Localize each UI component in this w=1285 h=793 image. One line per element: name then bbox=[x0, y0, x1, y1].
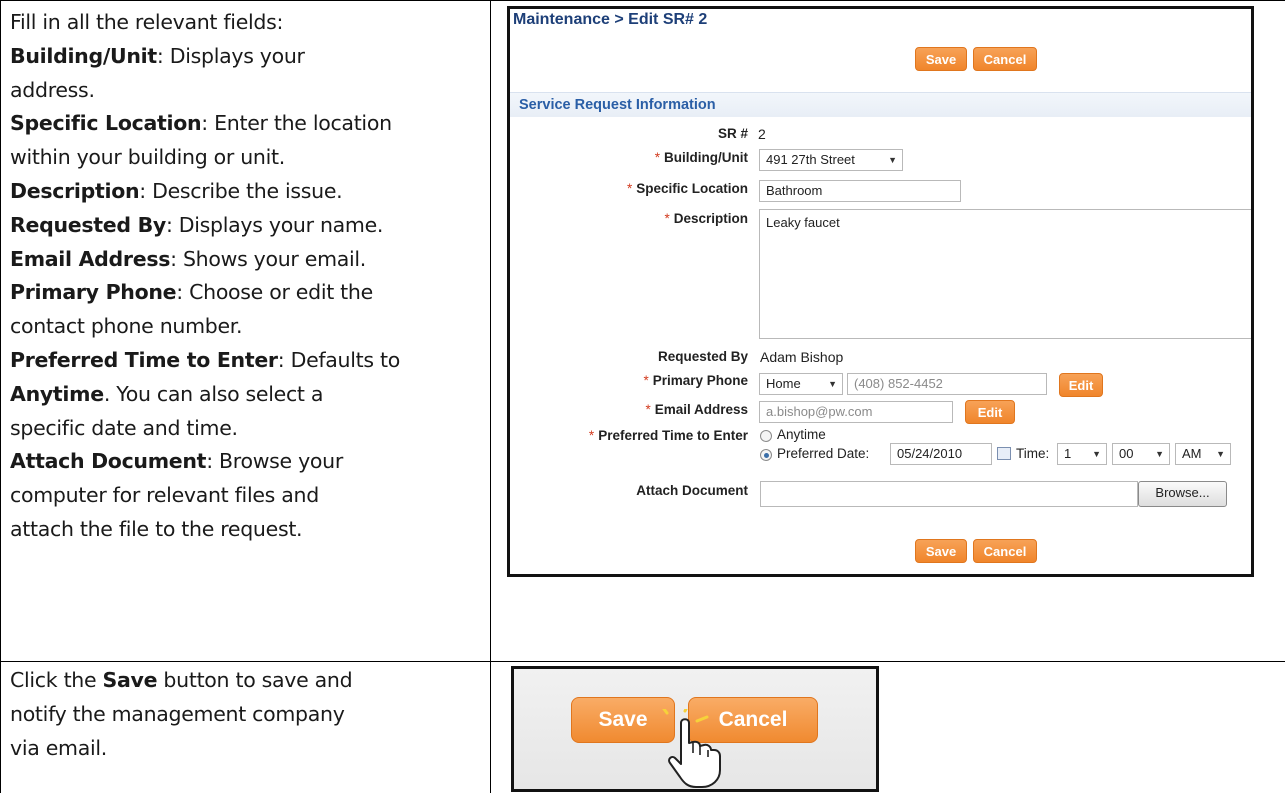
time-label: Time: bbox=[1016, 446, 1050, 461]
email-input[interactable]: a.bishop@pw.com bbox=[759, 401, 953, 423]
sr-number-label: SR # bbox=[717, 126, 748, 141]
hour-value: 1 bbox=[1064, 446, 1072, 461]
phone-label: * Primary Phone bbox=[643, 373, 748, 388]
table-border-left bbox=[0, 0, 1, 793]
building-select-value: 491 27th Street bbox=[766, 152, 855, 167]
table-row-divider bbox=[0, 661, 1285, 662]
attach-file-input[interactable] bbox=[760, 481, 1138, 507]
section-title: Service Request Information bbox=[519, 97, 716, 113]
save-instruction-line2: notify the management company bbox=[10, 701, 345, 726]
instruction-location-cont: within your building or unit. bbox=[10, 145, 285, 170]
instruction-building-cont: address. bbox=[10, 77, 95, 102]
building-select[interactable]: 491 27th Street ▼ bbox=[759, 149, 903, 171]
chevron-down-icon: ▼ bbox=[828, 379, 837, 389]
save-button-top[interactable]: Save bbox=[915, 47, 967, 71]
chevron-down-icon: ▼ bbox=[1155, 449, 1164, 459]
preferred-date-radio-label: Preferred Date: bbox=[777, 446, 870, 461]
instruction-description: Description: Describe the issue. bbox=[10, 178, 343, 203]
page-title: Maintenance > Edit SR# 2 bbox=[513, 11, 708, 28]
phone-input[interactable]: (408) 852-4452 bbox=[847, 373, 1047, 395]
requested-by-value: Adam Bishop bbox=[760, 349, 844, 365]
instruction-building: Building/Unit: Displays your bbox=[10, 43, 305, 68]
table-border-top bbox=[0, 0, 1285, 1]
phone-type-select[interactable]: Home ▼ bbox=[759, 373, 843, 395]
instruction-email: Email Address: Shows your email. bbox=[10, 246, 367, 271]
requested-by-label: Requested By bbox=[657, 349, 748, 364]
anytime-radio-label: Anytime bbox=[777, 427, 826, 442]
instruction-attach-cont2: attach the file to the request. bbox=[10, 516, 303, 541]
preferred-date-radio[interactable] bbox=[760, 449, 772, 461]
instruction-anytime: Anytime. You can also select a bbox=[10, 381, 324, 406]
instruction-phone-cont: contact phone number. bbox=[10, 314, 243, 339]
browse-button[interactable]: Browse... bbox=[1138, 481, 1227, 507]
chevron-down-icon: ▼ bbox=[1216, 449, 1225, 459]
preferred-time-label: * Preferred Time to Enter bbox=[588, 428, 748, 443]
minute-select[interactable]: 00 ▼ bbox=[1112, 443, 1170, 465]
description-textarea[interactable]: Leaky faucet bbox=[759, 209, 1251, 339]
cancel-button-bottom[interactable]: Cancel bbox=[973, 539, 1037, 563]
description-label: * Description bbox=[664, 211, 748, 226]
edit-phone-button[interactable]: Edit bbox=[1059, 373, 1103, 397]
pointer-hand-icon bbox=[662, 709, 721, 788]
location-label: * Specific Location bbox=[626, 181, 748, 196]
chevron-down-icon: ▼ bbox=[1092, 449, 1101, 459]
save-click-screenshot: Save Cancel bbox=[511, 666, 879, 792]
instructions-intro: Fill in all the relevant fields: bbox=[10, 10, 284, 34]
location-input[interactable]: Bathroom bbox=[759, 180, 961, 202]
save-button-bottom[interactable]: Save bbox=[915, 539, 967, 563]
anytime-radio[interactable] bbox=[760, 430, 772, 442]
hour-select[interactable]: 1 ▼ bbox=[1057, 443, 1107, 465]
chevron-down-icon: ▼ bbox=[888, 155, 897, 165]
instruction-location: Specific Location: Enter the location bbox=[10, 111, 392, 136]
instruction-attach-cont: computer for relevant files and bbox=[10, 483, 319, 508]
cancel-button-top[interactable]: Cancel bbox=[973, 47, 1037, 71]
instruction-time: Preferred Time to Enter: Defaults to bbox=[10, 347, 400, 372]
attach-label: Attach Document bbox=[636, 483, 748, 498]
email-label: * Email Address bbox=[645, 402, 748, 417]
edit-email-button[interactable]: Edit bbox=[965, 400, 1015, 424]
minute-value: 00 bbox=[1119, 446, 1134, 461]
instruction-requested: Requested By: Displays your name. bbox=[10, 212, 384, 237]
sr-number-value: 2 bbox=[758, 126, 766, 142]
edit-sr-form-screenshot: Maintenance > Edit SR# 2 Save Cancel Ser… bbox=[507, 6, 1254, 577]
building-label: * Building/Unit bbox=[654, 150, 748, 165]
instruction-specific: specific date and time. bbox=[10, 415, 238, 440]
save-instruction-line1: Click the Save button to save and bbox=[10, 668, 353, 692]
instruction-attach: Attach Document: Browse your bbox=[10, 449, 343, 474]
instruction-phone: Primary Phone: Choose or edit the bbox=[10, 280, 373, 305]
table-column-divider bbox=[490, 0, 491, 793]
save-instruction-line3: via email. bbox=[10, 735, 107, 760]
calendar-icon[interactable] bbox=[997, 447, 1011, 460]
ampm-value: AM bbox=[1182, 446, 1202, 461]
ampm-select[interactable]: AM ▼ bbox=[1175, 443, 1231, 465]
save-instructions: Click the Save button to save and notify… bbox=[10, 664, 353, 765]
section-header: Service Request Information bbox=[510, 92, 1251, 117]
preferred-date-input[interactable]: 05/24/2010 bbox=[890, 443, 992, 465]
instructions-block: Fill in all the relevant fields: Buildin… bbox=[10, 6, 400, 547]
phone-type-value: Home bbox=[766, 376, 801, 391]
